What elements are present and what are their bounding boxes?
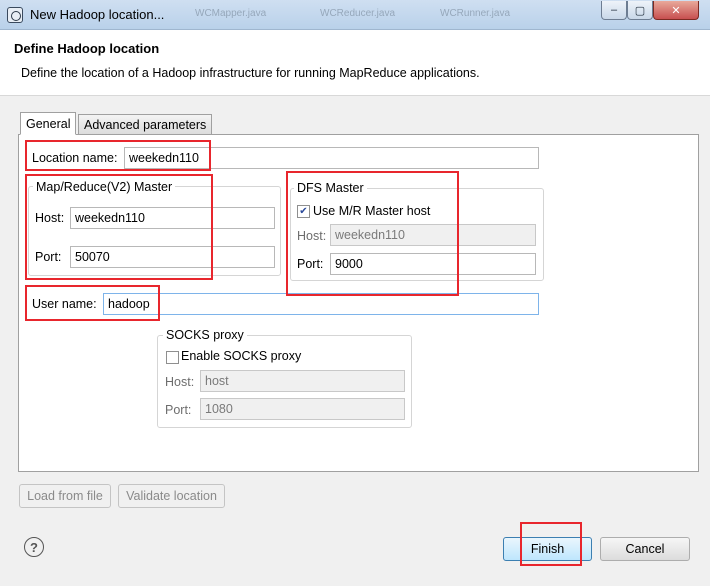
enable-socks-checkbox[interactable] bbox=[166, 351, 179, 364]
highlight-box-mr-master bbox=[25, 174, 213, 280]
app-icon bbox=[7, 7, 23, 23]
background-tab: WCRunner.java bbox=[440, 8, 511, 19]
socks-host-label: Host: bbox=[165, 375, 195, 389]
tab-general[interactable]: General bbox=[20, 112, 77, 135]
page-title: Define Hadoop location bbox=[14, 41, 160, 56]
socks-port-label: Port: bbox=[165, 403, 192, 417]
minimize-button[interactable]: – bbox=[601, 1, 627, 20]
background-tab: WCMapper.java bbox=[195, 8, 267, 19]
highlight-box-location-name bbox=[25, 140, 211, 171]
socks-proxy-title: SOCKS proxy bbox=[163, 328, 247, 342]
close-button[interactable]: ✕ bbox=[653, 1, 699, 20]
highlight-box-user-name bbox=[25, 285, 160, 321]
highlight-box-finish bbox=[520, 522, 582, 566]
enable-socks-label: Enable SOCKS proxy bbox=[181, 349, 302, 363]
page-description: Define the location of a Hadoop infrastr… bbox=[21, 66, 480, 80]
cancel-button[interactable]: Cancel bbox=[600, 537, 690, 561]
user-name-input[interactable] bbox=[103, 293, 539, 315]
tab-advanced-parameters[interactable]: Advanced parameters bbox=[78, 114, 213, 134]
background-tab: WCReducer.java bbox=[320, 8, 396, 19]
window-title: New Hadoop location... bbox=[30, 7, 165, 22]
help-icon[interactable]: ? bbox=[24, 537, 44, 557]
socks-host-input[interactable] bbox=[200, 370, 405, 392]
load-from-file-button[interactable]: Load from file bbox=[19, 484, 111, 508]
highlight-box-dfs-master bbox=[286, 171, 459, 296]
wizard-header bbox=[0, 30, 710, 96]
maximize-button[interactable]: ▢ bbox=[627, 1, 653, 20]
validate-location-button[interactable]: Validate location bbox=[118, 484, 225, 508]
socks-port-input[interactable] bbox=[200, 398, 405, 420]
